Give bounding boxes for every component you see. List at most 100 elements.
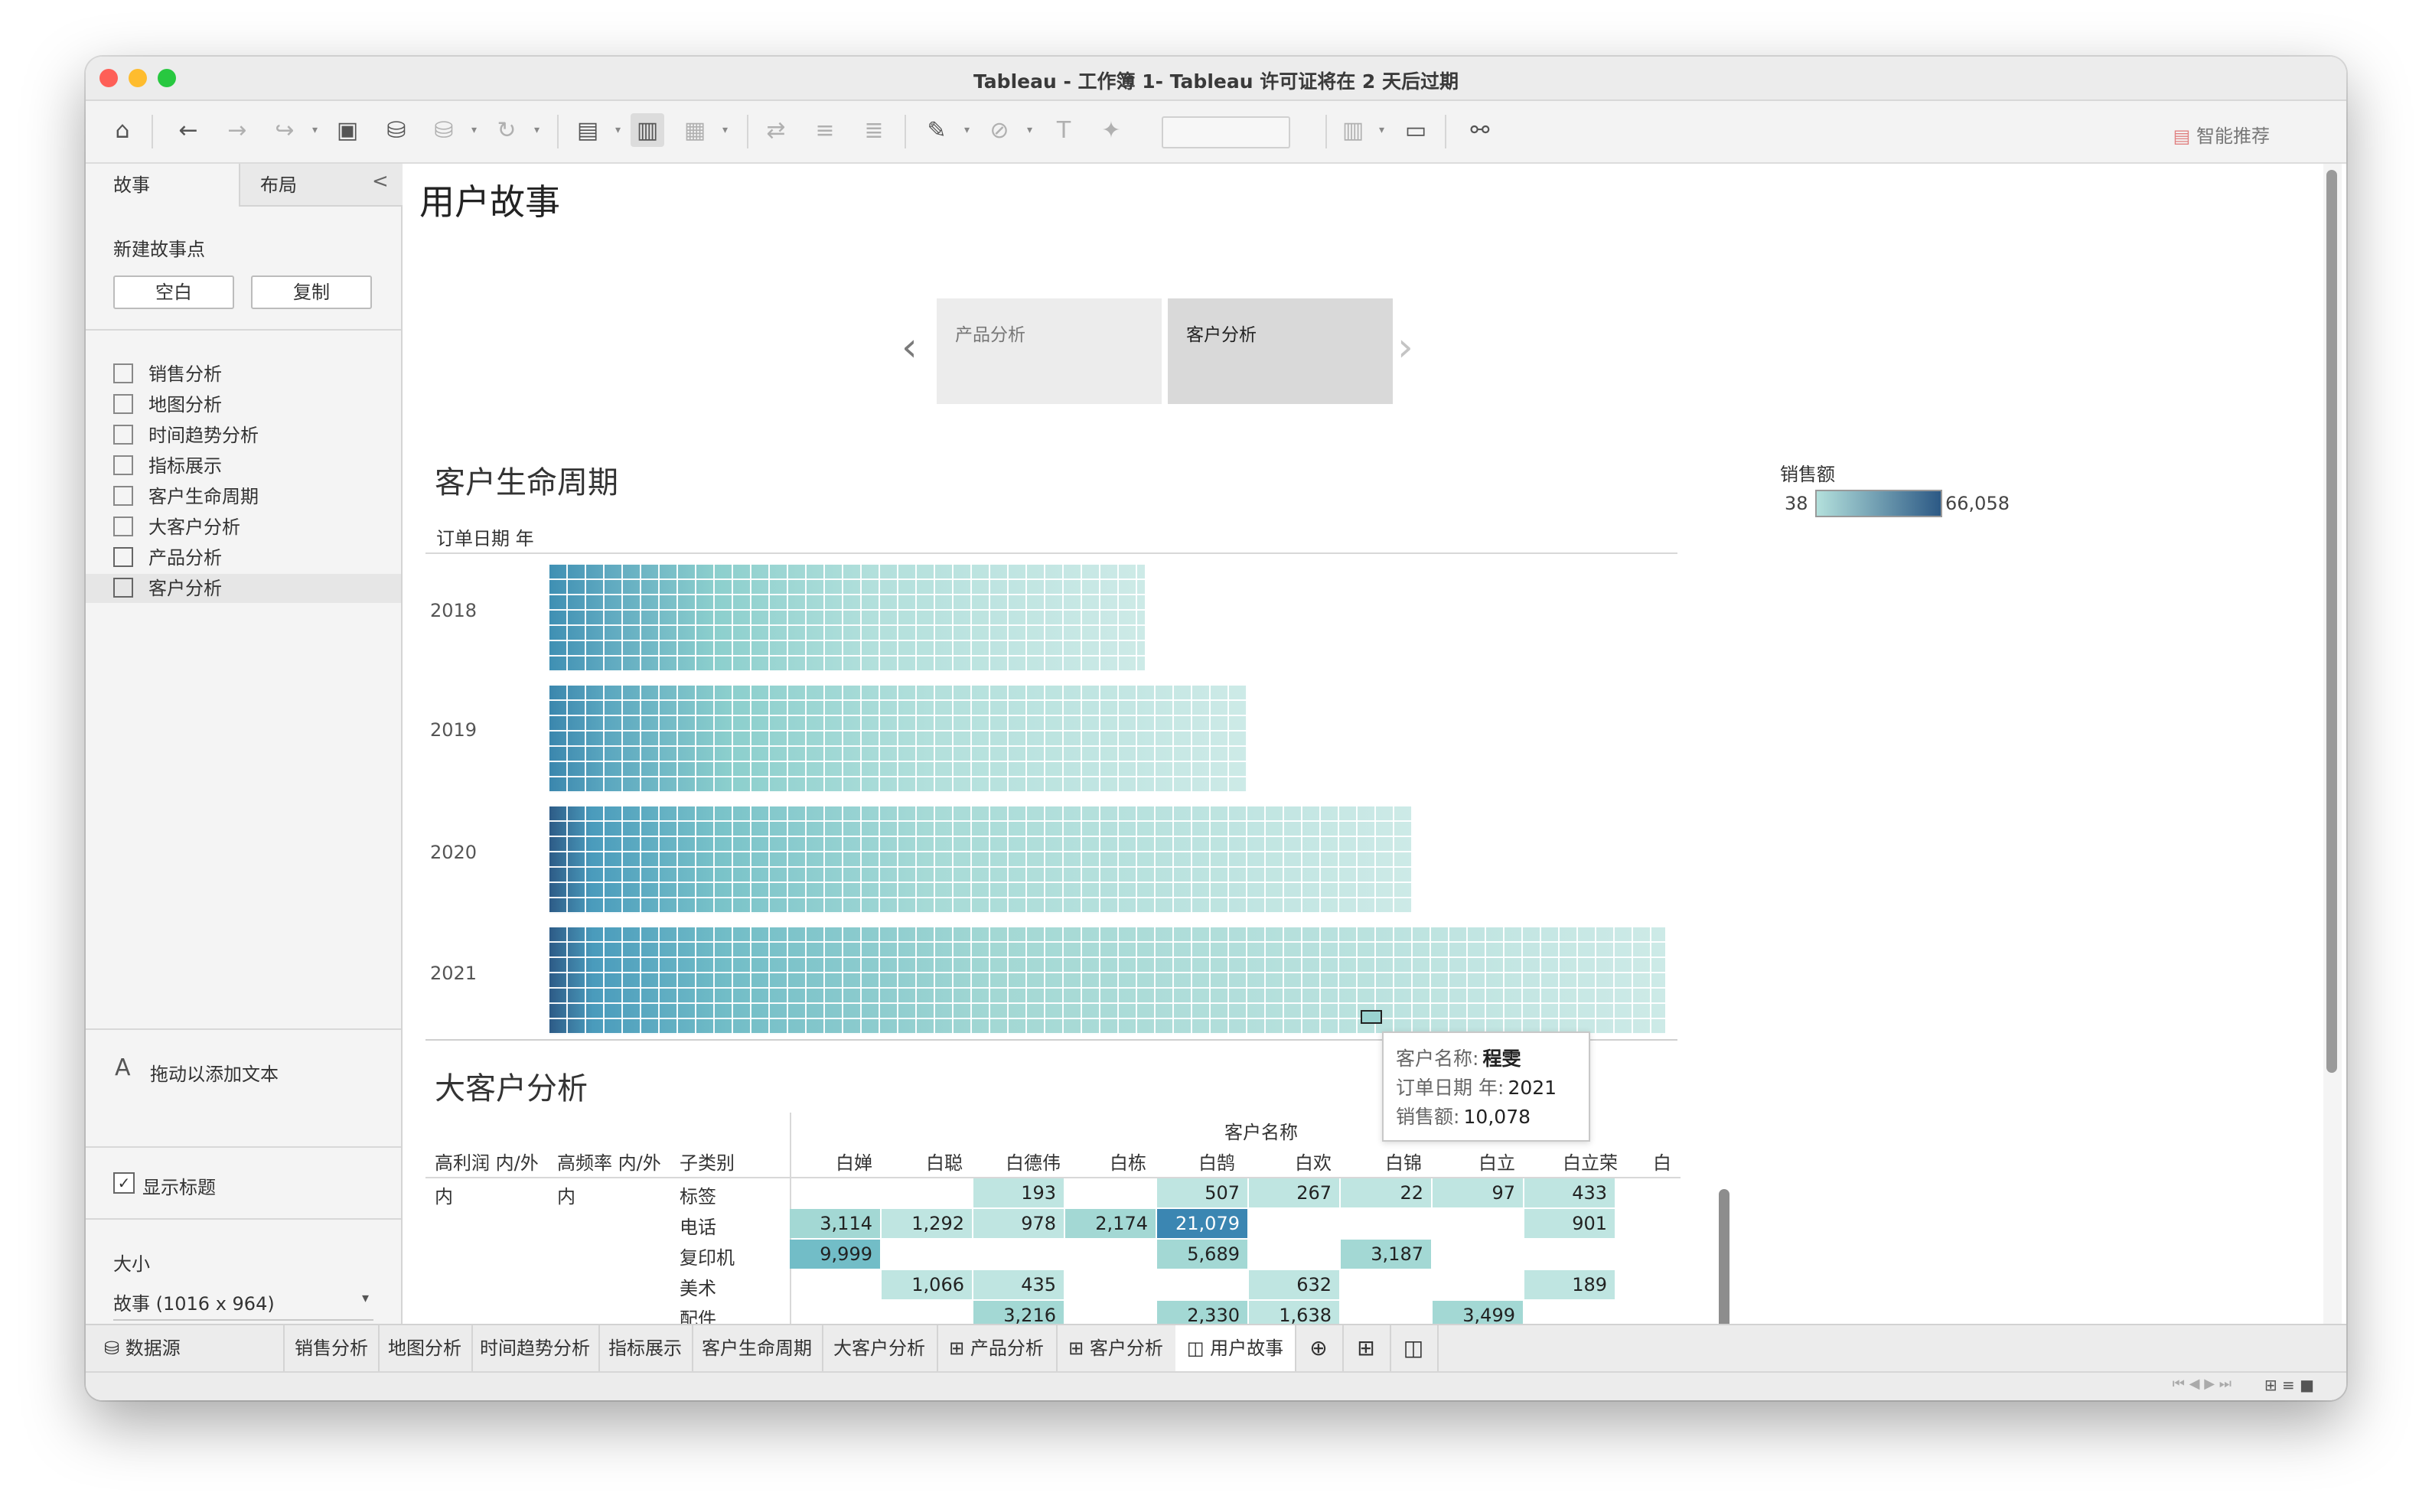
home-icon[interactable]: ⌂ <box>106 113 139 147</box>
duplicate-sheet-icon[interactable]: ▥ <box>631 113 664 147</box>
swap-icon[interactable]: ⇄ <box>759 113 793 147</box>
tab-sheet[interactable]: 时间趋势分析 <box>471 1325 600 1371</box>
tab-sheet[interactable]: 大客户分析 <box>822 1325 938 1371</box>
table-cell[interactable]: 9,999 <box>790 1240 880 1269</box>
copy-button[interactable]: 复制 <box>251 275 372 309</box>
prev-point-icon[interactable]: ‹ <box>901 324 918 370</box>
redo-icon[interactable]: → <box>220 113 254 147</box>
presentation-icon[interactable]: ▭ <box>1399 113 1433 147</box>
new-dashboard-icon[interactable]: ⊞ <box>1342 1325 1391 1371</box>
chevron-down-icon[interactable]: ▾ <box>615 124 621 136</box>
table-cell[interactable]: 3,114 <box>790 1209 880 1238</box>
legend-color-ramp <box>1815 490 1942 517</box>
blank-button[interactable]: 空白 <box>113 275 234 309</box>
table-cell[interactable]: 978 <box>973 1209 1064 1238</box>
sort-desc-icon[interactable]: ≣ <box>857 113 891 147</box>
tab-datasource[interactable]: ⛁ 数据源 <box>86 1325 285 1371</box>
chevron-down-icon[interactable]: ▾ <box>471 124 477 136</box>
tab-sheet[interactable]: 地图分析 <box>378 1325 473 1371</box>
view-mode-icons[interactable]: ⊞ ≡ ■ <box>2264 1376 2314 1394</box>
size-select[interactable]: 故事 (1016 x 964) ▾ <box>113 1289 373 1321</box>
sheet-item[interactable]: 指标展示 <box>113 451 222 481</box>
column-header: 白立荣 <box>1563 1152 1618 1174</box>
treemap-2019[interactable] <box>548 684 1247 793</box>
highlight-icon[interactable]: ✎ <box>920 113 954 147</box>
table-cell[interactable]: 507 <box>1157 1178 1247 1207</box>
table-cell[interactable]: 632 <box>1249 1270 1339 1299</box>
attach-icon[interactable]: ⊘ <box>983 113 1016 147</box>
new-worksheet-icon[interactable]: ▤ <box>571 113 605 147</box>
show-me-icon[interactable]: ▥ <box>1336 113 1370 147</box>
table-cell[interactable]: 435 <box>973 1270 1064 1299</box>
chevron-down-icon[interactable]: ▾ <box>964 124 970 136</box>
table-cell[interactable]: 97 <box>1433 1178 1523 1207</box>
sheet-item-selected[interactable]: 客户分析 <box>86 574 401 603</box>
table-cell[interactable]: 193 <box>973 1178 1064 1207</box>
table-cell[interactable]: 433 <box>1524 1178 1615 1207</box>
table-cell[interactable]: 22 <box>1341 1178 1431 1207</box>
tab-sheet[interactable]: 指标展示 <box>598 1325 693 1371</box>
treemap-2021[interactable] <box>548 926 1665 1035</box>
chevron-down-icon[interactable]: ▾ <box>1027 124 1032 136</box>
table-cell[interactable]: 21,079 <box>1157 1209 1247 1238</box>
clear-sheet-icon[interactable]: ▦ <box>678 113 712 147</box>
table-cell[interactable]: 901 <box>1524 1209 1615 1238</box>
sheet-item[interactable]: 时间趋势分析 <box>113 421 259 450</box>
fit-select[interactable] <box>1162 116 1290 148</box>
datasource-icon: ⛁ <box>104 1338 120 1359</box>
vertical-scrollbar[interactable] <box>2323 164 2342 1325</box>
tab-sheet[interactable]: 销售分析 <box>285 1325 380 1371</box>
share-icon[interactable]: ⚯ <box>1463 113 1497 147</box>
new-story-icon[interactable]: ◫ <box>1390 1325 1439 1371</box>
add-datasource-icon[interactable]: ⛁ <box>380 113 413 147</box>
pin-icon[interactable]: ✦ <box>1094 113 1128 147</box>
smart-recommend-button[interactable]: ▤ 智能推荐 <box>2173 121 2270 148</box>
chevron-down-icon[interactable]: ▾ <box>1379 124 1384 136</box>
tab-dashboard[interactable]: ⊞ 产品分析 <box>937 1325 1058 1371</box>
new-worksheet-icon[interactable]: ⊕ <box>1295 1325 1344 1371</box>
table-cell[interactable]: 3,187 <box>1341 1240 1431 1269</box>
table-cell[interactable]: 267 <box>1249 1178 1339 1207</box>
story-point-customer[interactable]: 客户分析 <box>1168 298 1393 404</box>
table-cell[interactable]: 1,292 <box>882 1209 972 1238</box>
nav-arrows-icon[interactable]: ⏮ ◀ ▶ ⏭ <box>2173 1376 2232 1392</box>
worksheet-icon <box>113 363 133 383</box>
row-value: 内 <box>557 1186 575 1207</box>
dashboard-icon <box>113 547 133 567</box>
tab-story-active[interactable]: ◫ 用户故事 <box>1175 1325 1296 1371</box>
treemap-2018[interactable] <box>548 563 1145 672</box>
scrollbar-thumb[interactable] <box>2326 170 2337 1073</box>
tab-dashboard[interactable]: ⊞ 客户分析 <box>1056 1325 1177 1371</box>
chevron-down-icon[interactable]: ▾ <box>722 124 728 136</box>
tab-sheet[interactable]: 客户生命周期 <box>692 1325 823 1371</box>
save-icon[interactable]: ▣ <box>331 113 364 147</box>
datasource-icon[interactable]: ⛁ <box>427 113 461 147</box>
sheet-item[interactable]: 客户生命周期 <box>113 482 259 511</box>
dashboard-icon <box>113 578 133 598</box>
table-cell[interactable]: 1,066 <box>882 1270 972 1299</box>
row-header: 子类别 <box>680 1152 735 1174</box>
chevron-down-icon[interactable]: ▾ <box>534 124 540 136</box>
selected-mark[interactable] <box>1361 1010 1382 1024</box>
tab-story[interactable]: 故事 <box>86 164 239 207</box>
chevron-down-icon[interactable]: ▾ <box>312 124 318 136</box>
tooltip-row: 订单日期 年: 2021 <box>1396 1077 1557 1099</box>
table-cell[interactable]: 5,689 <box>1157 1240 1247 1269</box>
sort-asc-icon[interactable]: ≡ <box>808 113 842 147</box>
forward-icon[interactable]: ↪ <box>268 113 302 147</box>
story-point-product[interactable]: 产品分析 <box>937 298 1162 404</box>
collapse-icon[interactable]: < <box>372 170 389 193</box>
drag-text-item[interactable]: 拖动以添加文本 <box>150 1059 279 1086</box>
text-icon[interactable]: T <box>1047 113 1081 147</box>
sheet-item[interactable]: 产品分析 <box>113 543 222 572</box>
sheet-item[interactable]: 销售分析 <box>113 360 222 389</box>
sheet-item[interactable]: 地图分析 <box>113 390 222 419</box>
refresh-icon[interactable]: ↻ <box>490 113 523 147</box>
show-title-checkbox[interactable]: ✓ <box>113 1172 135 1194</box>
undo-icon[interactable]: ← <box>171 113 205 147</box>
table-cell[interactable]: 2,174 <box>1065 1209 1156 1238</box>
table-cell[interactable]: 189 <box>1524 1270 1615 1299</box>
next-point-icon[interactable]: › <box>1397 324 1413 370</box>
sheet-item[interactable]: 大客户分析 <box>113 513 240 542</box>
treemap-2020[interactable] <box>548 805 1413 914</box>
